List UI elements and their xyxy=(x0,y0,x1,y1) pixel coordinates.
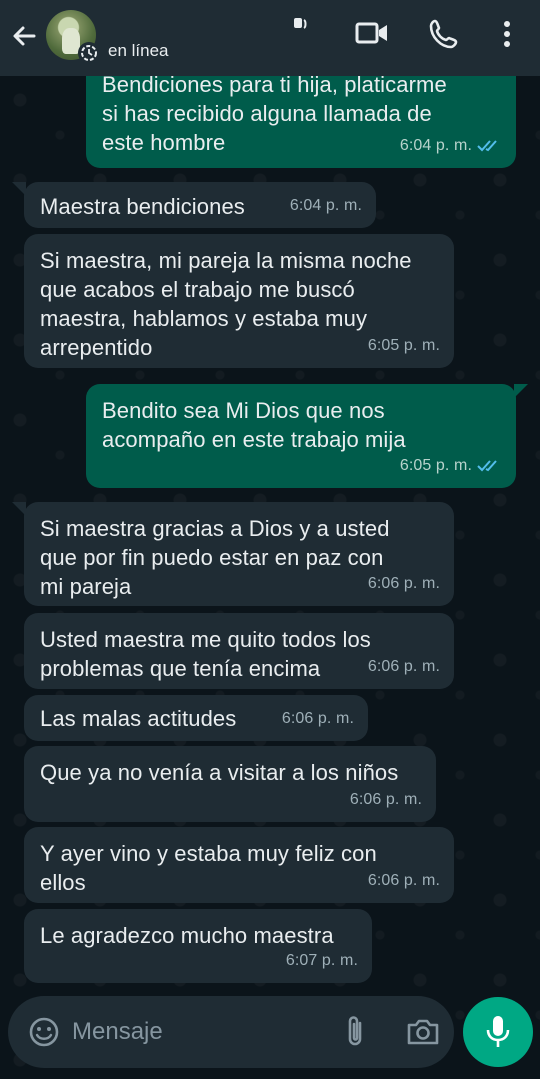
read-ticks-icon xyxy=(477,460,497,472)
message-bubble-incoming[interactable]: Maestra bendiciones 6:04 p. m. xyxy=(12,182,376,228)
message-time: 6:06 p. m. xyxy=(367,658,440,675)
more-options-icon[interactable] xyxy=(500,18,514,50)
message-bubble-outgoing[interactable]: Bendiciones para ti hija, platicarme si … xyxy=(86,60,516,168)
contact-status: en línea xyxy=(108,41,169,60)
back-arrow-icon[interactable] xyxy=(8,20,40,52)
message-time: 6:06 p. m. xyxy=(349,791,422,808)
camera-icon[interactable] xyxy=(406,1016,440,1048)
phone-call-icon[interactable] xyxy=(428,18,460,50)
voice-record-button[interactable] xyxy=(463,997,533,1067)
message-time: 6:06 p. m. xyxy=(367,872,440,889)
video-call-icon[interactable] xyxy=(355,18,389,48)
message-bubble-incoming[interactable]: Que ya no venía a visitar a los niños 6:… xyxy=(24,746,436,822)
paperclip-icon[interactable] xyxy=(342,1014,368,1050)
chat-header: en línea xyxy=(0,0,540,76)
message-bubble-outgoing[interactable]: Bendito sea Mi Dios que nos acompaño en … xyxy=(86,384,528,488)
emoji-icon[interactable] xyxy=(28,1016,60,1048)
message-time: 6:06 p. m. xyxy=(281,710,354,727)
message-bubble-incoming[interactable]: Y ayer vino y estaba muy feliz con ellos… xyxy=(24,827,454,903)
message-bubble-incoming[interactable]: Las malas actitudes 6:06 p. m. xyxy=(24,695,368,741)
microphone-icon xyxy=(486,1016,510,1047)
message-composer xyxy=(8,996,454,1068)
message-time: 6:05 p. m. xyxy=(367,337,440,354)
message-time: 6:07 p. m. xyxy=(285,952,358,969)
message-text: Bendito sea Mi Dios que nos acompaño en … xyxy=(102,398,406,452)
message-text: Que ya no venía a visitar a los niños xyxy=(40,760,399,785)
muted-indicator-icon xyxy=(294,18,307,29)
message-bubble-incoming[interactable]: Si maestra, mi pareja la misma noche que… xyxy=(24,234,454,368)
message-bubble-incoming[interactable]: Le agradezco mucho maestra 6:07 p. m. xyxy=(24,909,372,983)
message-time: 6:04 p. m. xyxy=(289,197,362,214)
message-time: 6:06 p. m. xyxy=(367,575,440,592)
message-input[interactable] xyxy=(72,1014,332,1050)
message-time: 6:04 p. m. xyxy=(400,131,502,160)
status-ring-icon xyxy=(78,42,100,64)
read-ticks-icon xyxy=(477,140,497,152)
message-time: 6:05 p. m. xyxy=(400,451,502,480)
message-bubble-incoming[interactable]: Usted maestra me quito todos los problem… xyxy=(24,613,454,689)
message-bubble-incoming[interactable]: Si maestra gracias a Dios y a usted que … xyxy=(12,502,454,606)
